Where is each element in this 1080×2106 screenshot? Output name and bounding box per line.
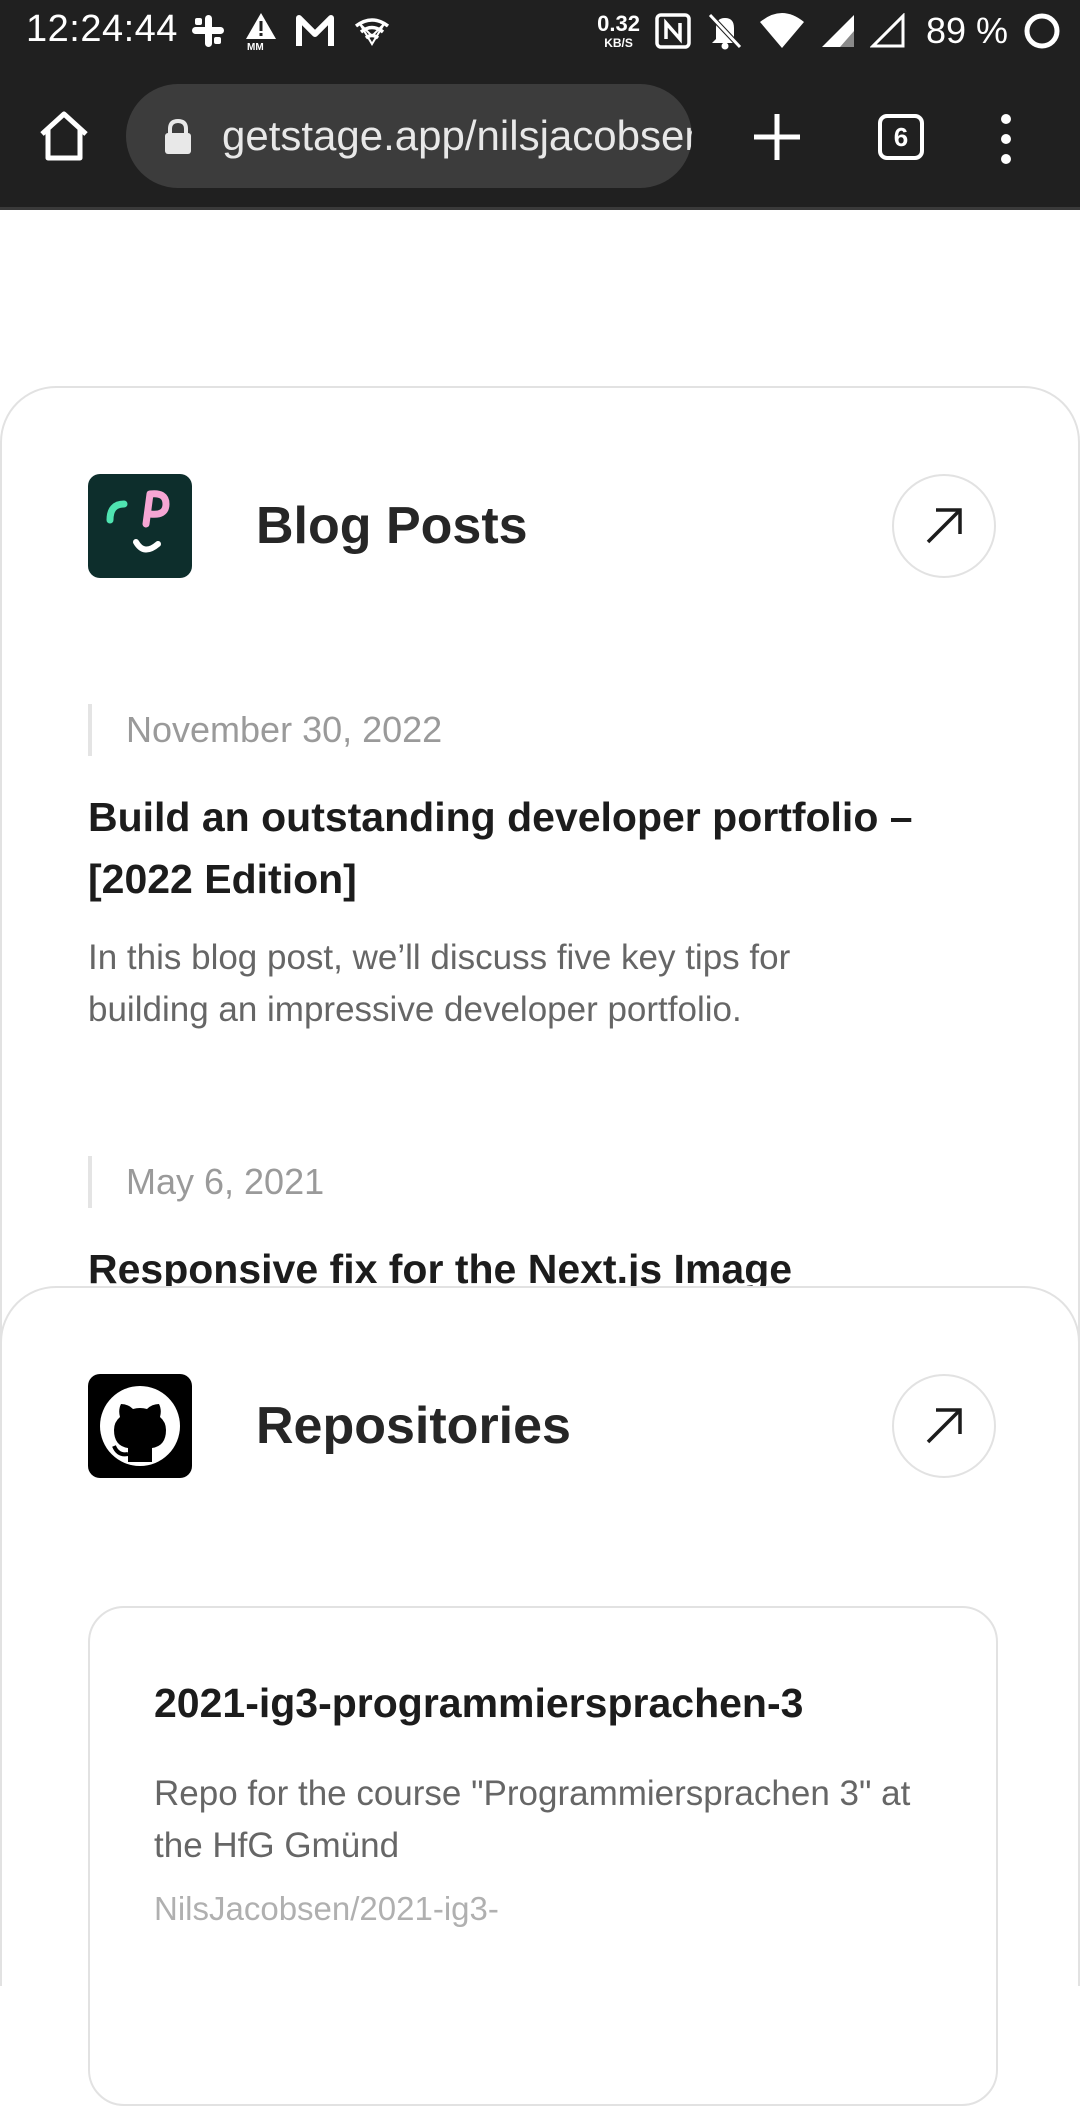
url-bar[interactable]: getstage.app/nilsjacobsen [126,84,692,188]
arrow-up-right-icon [926,508,962,544]
post-date: May 6, 2021 [126,1161,325,1202]
blog-logo-icon [88,474,192,578]
battery-percent: 89 % [925,10,1008,51]
wireless-icon [354,18,390,46]
lock-icon [165,118,191,154]
gmail-icon [296,15,334,46]
status-bar: 12:24:44 MM 0.32 KB/S 89 % [0,0,1080,62]
status-time: 12:24:44 [26,8,178,50]
repo-name[interactable]: 2021-ig3-programmiersprachen-3 [154,1680,803,1727]
post-excerpt: In this blog post, we’ll discuss five ke… [88,938,791,1029]
wifi-icon [759,13,804,48]
open-repositories-button[interactable] [892,1374,996,1478]
svg-text:MM: MM [247,42,264,51]
battery-ring-icon [1024,13,1060,49]
net-speed-value: 0.32 [597,11,640,36]
slack-icon [192,15,224,47]
open-blog-button[interactable] [892,474,996,578]
signal-icon [821,15,854,47]
arrow-up-right-icon [926,1408,962,1444]
bell-off-icon [708,13,742,50]
repo-description: Repo for the course "Programmiersprachen… [154,1774,911,1865]
net-speed: 0.32 KB/S [597,11,640,50]
repo-item[interactable]: 2021-ig3-programmiersprachen-3 Repo for … [88,1606,998,2106]
net-speed-unit: KB/S [604,36,633,50]
blog-post-item[interactable]: November 30, 2022 Build an outstanding d… [88,704,918,1036]
tabs-button[interactable]: 6 [878,114,924,160]
post-title[interactable]: Build an outstanding developer portfolio… [88,786,918,910]
repo-path: NilsJacobsen/2021-ig3- [154,1890,499,1927]
signal-icon [869,13,905,48]
repositories-card: Repositories 2021-ig3-programmiersprache… [0,1286,1080,2106]
browser-toolbar: getstage.app/nilsjacobsen 6 [0,62,1080,210]
card-title: Repositories [256,1397,571,1455]
plus-icon[interactable] [750,110,804,164]
system-icons: 0.32 KB/S 89 % [597,6,1062,56]
nfc-icon [655,13,691,49]
alert-icon: MM [246,13,276,51]
post-date: November 30, 2022 [126,709,443,750]
tab-count: 6 [893,121,909,152]
home-icon[interactable] [36,108,92,164]
blog-post-item[interactable]: May 6, 2021 Responsive fix for the Next.… [88,1156,918,1300]
notification-icons: MM [190,10,392,52]
github-icon [88,1374,192,1478]
blog-posts-card: Blog Posts November 30, 2022 Build an ou… [0,386,1080,1386]
card-title: Blog Posts [256,497,528,555]
more-vert-icon[interactable] [996,112,1016,166]
url-text: getstage.app/nilsjacobsen [222,112,692,159]
